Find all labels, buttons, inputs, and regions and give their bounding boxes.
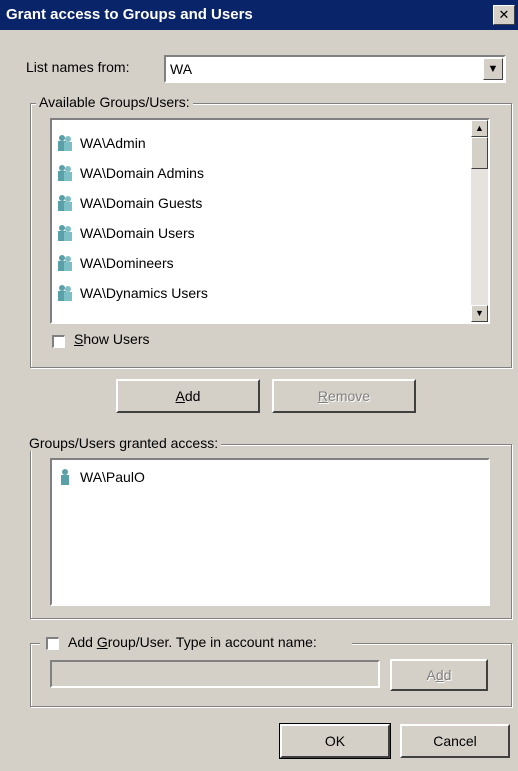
remove-button[interactable]: Remove	[272, 379, 416, 413]
available-legend: Available Groups/Users:	[36, 94, 193, 110]
list-item-label: WA\Domain Admins	[80, 165, 204, 181]
show-users-accel: S	[74, 331, 84, 347]
remove-button-label: Remove	[317, 388, 371, 404]
list-names-from-label: List names from:	[26, 59, 130, 75]
granted-list[interactable]: WA\PaulO	[50, 458, 490, 606]
list-names-from-select[interactable]: WA ▼	[164, 55, 506, 83]
dialog-title: Grant access to Groups and Users	[6, 6, 253, 23]
chevron-down-icon: ▼	[487, 63, 499, 75]
grant-access-dialog: Grant access to Groups and Users ✕ List …	[0, 0, 518, 771]
list-item-label: WA\Domineers	[80, 255, 174, 271]
scroll-down-button[interactable]: ▼	[471, 305, 488, 322]
cancel-button[interactable]: Cancel	[400, 724, 510, 758]
scroll-up-button[interactable]: ▲	[471, 120, 488, 137]
dropdown-button[interactable]: ▼	[483, 58, 503, 80]
close-icon: ✕	[498, 7, 510, 22]
add-button-label: Add	[175, 388, 201, 404]
close-button[interactable]: ✕	[493, 5, 515, 25]
account-name-input[interactable]	[50, 660, 380, 688]
ok-button[interactable]: OK	[280, 724, 390, 758]
scroll-up-icon: ▲	[475, 123, 484, 133]
list-item[interactable]: WA\Domain Users	[52, 218, 462, 248]
list-item-label: WA\Dynamics Users	[80, 285, 208, 301]
ok-button-label: OK	[324, 733, 346, 749]
group-icon	[58, 255, 72, 271]
group-icon	[58, 285, 72, 301]
list-item[interactable]: WA\PaulO	[52, 462, 482, 492]
group-icon	[58, 225, 72, 241]
list-item-label: WA\Admin	[80, 135, 146, 151]
list-item[interactable]: WA\Domain Guests	[52, 188, 462, 218]
granted-legend: Groups/Users granted access:	[26, 435, 222, 451]
add-button[interactable]: Add	[116, 379, 260, 413]
list-item[interactable]: WA\Dynamics Users	[52, 278, 462, 308]
show-users-label[interactable]: Show Users	[74, 331, 149, 347]
add-account-button-label: Add	[426, 667, 452, 683]
list-item-label: WA\Domain Guests	[80, 195, 203, 211]
vertical-scrollbar[interactable]: ▲ ▼	[471, 120, 488, 322]
add-account-button[interactable]: Add	[390, 659, 488, 691]
add-account-checkbox[interactable]	[46, 637, 59, 650]
cancel-button-label: Cancel	[433, 733, 477, 749]
scroll-thumb[interactable]	[471, 137, 488, 169]
scroll-down-icon: ▼	[475, 308, 484, 318]
show-users-label-post: how Users	[83, 331, 150, 347]
title-bar[interactable]: Grant access to Groups and Users ✕	[0, 0, 518, 30]
user-icon	[61, 469, 69, 485]
list-item[interactable]: WA\Domain Admins	[52, 158, 462, 188]
list-item-label: WA\Domain Users	[80, 225, 195, 241]
list-item[interactable]: WA\Admin	[52, 128, 462, 158]
list-item-label: WA\PaulO	[80, 469, 145, 485]
group-icon	[58, 135, 72, 151]
group-icon	[58, 195, 72, 211]
group-icon	[58, 165, 72, 181]
list-names-from-value: WA	[170, 61, 193, 77]
list-item[interactable]: WA\Domineers	[52, 248, 462, 278]
available-list[interactable]: WA\Admin WA\Domain Admins WA\Domain Gues…	[50, 118, 490, 324]
add-account-label[interactable]: Add Group/User. Type in account name:	[68, 634, 317, 650]
show-users-checkbox[interactable]	[52, 335, 65, 348]
